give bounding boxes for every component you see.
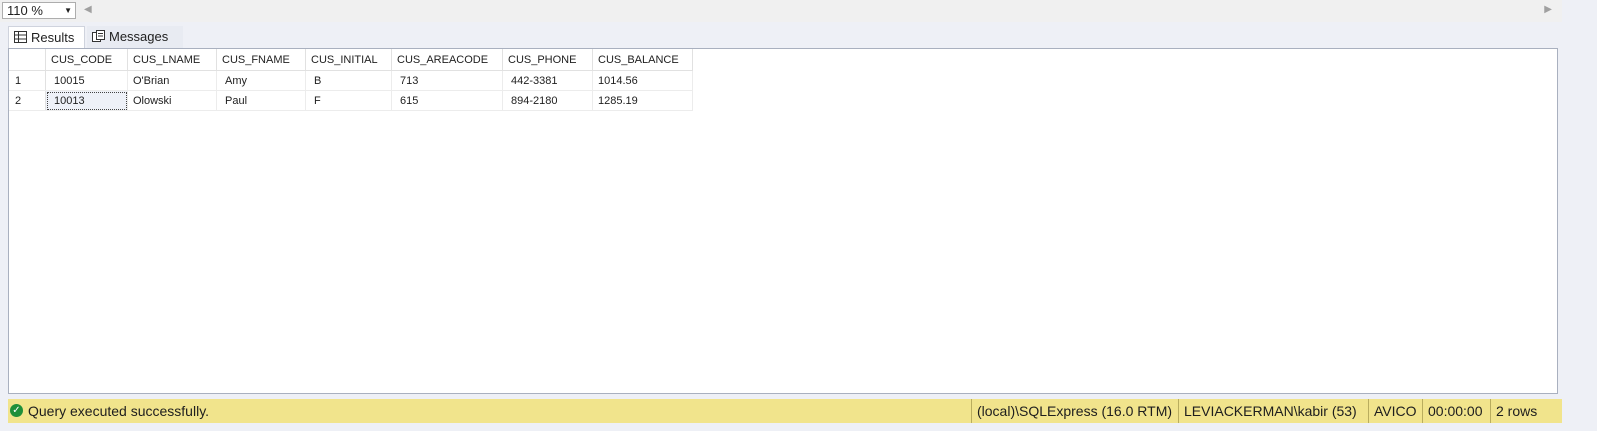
header-row: CUS_CODE CUS_LNAME CUS_FNAME CUS_INITIAL… bbox=[9, 49, 693, 71]
results-table: CUS_CODE CUS_LNAME CUS_FNAME CUS_INITIAL… bbox=[9, 49, 693, 111]
status-server: (local)\SQLExpress (16.0 RTM) bbox=[971, 399, 1172, 423]
tab-messages[interactable]: Messages bbox=[87, 26, 183, 48]
tab-messages-label: Messages bbox=[109, 29, 169, 44]
status-message: Query executed successfully. bbox=[28, 403, 210, 419]
tab-results[interactable]: Results bbox=[8, 26, 85, 48]
column-header[interactable]: CUS_BALANCE bbox=[592, 49, 693, 71]
scroll-right-icon[interactable]: ▶ bbox=[1544, 4, 1552, 15]
table-cell[interactable]: F bbox=[305, 90, 392, 111]
status-bar: ✓ Query executed successfully. (local)\S… bbox=[8, 399, 1562, 423]
table-cell[interactable]: 894-2180 bbox=[502, 90, 593, 111]
window-edge bbox=[1562, 0, 1597, 431]
row-number[interactable]: 2 bbox=[9, 90, 46, 111]
table-row: 2 10013 Olowski Paul F 615 894-2180 1285… bbox=[9, 90, 693, 111]
table-cell[interactable]: Paul bbox=[216, 90, 306, 111]
scroll-left-icon[interactable]: ◀ bbox=[84, 4, 92, 15]
column-header[interactable]: CUS_INITIAL bbox=[305, 49, 392, 71]
horizontal-scrollbar[interactable]: ◀ ▶ bbox=[80, 3, 1560, 19]
table-cell[interactable]: O'Brian bbox=[127, 70, 217, 91]
table-cell[interactable]: 10015 bbox=[45, 70, 128, 91]
corner-cell[interactable] bbox=[9, 49, 46, 71]
column-header[interactable]: CUS_FNAME bbox=[216, 49, 306, 71]
column-header[interactable]: CUS_LNAME bbox=[127, 49, 217, 71]
table-cell[interactable]: Amy bbox=[216, 70, 306, 91]
messages-icon bbox=[92, 30, 105, 42]
table-cell[interactable]: B bbox=[305, 70, 392, 91]
zoom-value: 110 % bbox=[7, 3, 43, 18]
table-cell[interactable]: Olowski bbox=[127, 90, 217, 111]
table-cell-selected[interactable]: 10013 bbox=[45, 90, 128, 111]
grid-icon bbox=[14, 31, 27, 43]
status-user: LEVIACKERMAN\kabir (53) bbox=[1178, 399, 1357, 423]
table-row: 1 10015 O'Brian Amy B 713 442-3381 1014.… bbox=[9, 70, 693, 91]
table-cell[interactable]: 615 bbox=[391, 90, 503, 111]
toolbar-strip: 110 % ▼ ◀ ▶ bbox=[0, 0, 1597, 22]
status-database: AVICO bbox=[1368, 399, 1417, 423]
status-elapsed: 00:00:00 bbox=[1422, 399, 1483, 423]
table-cell[interactable]: 442-3381 bbox=[502, 70, 593, 91]
table-cell[interactable]: 1014.56 bbox=[592, 70, 693, 91]
table-cell[interactable]: 1285.19 bbox=[592, 90, 693, 111]
column-header[interactable]: CUS_PHONE bbox=[502, 49, 593, 71]
zoom-dropdown[interactable]: 110 % ▼ bbox=[2, 2, 76, 19]
success-check-icon: ✓ bbox=[10, 404, 23, 417]
column-header[interactable]: CUS_AREACODE bbox=[391, 49, 503, 71]
row-number[interactable]: 1 bbox=[9, 70, 46, 91]
tab-results-label: Results bbox=[31, 30, 75, 45]
column-header[interactable]: CUS_CODE bbox=[45, 49, 128, 71]
status-row-count: 2 rows bbox=[1490, 399, 1537, 423]
results-grid[interactable]: CUS_CODE CUS_LNAME CUS_FNAME CUS_INITIAL… bbox=[8, 48, 1558, 394]
chevron-down-icon: ▼ bbox=[64, 6, 72, 15]
table-cell[interactable]: 713 bbox=[391, 70, 503, 91]
